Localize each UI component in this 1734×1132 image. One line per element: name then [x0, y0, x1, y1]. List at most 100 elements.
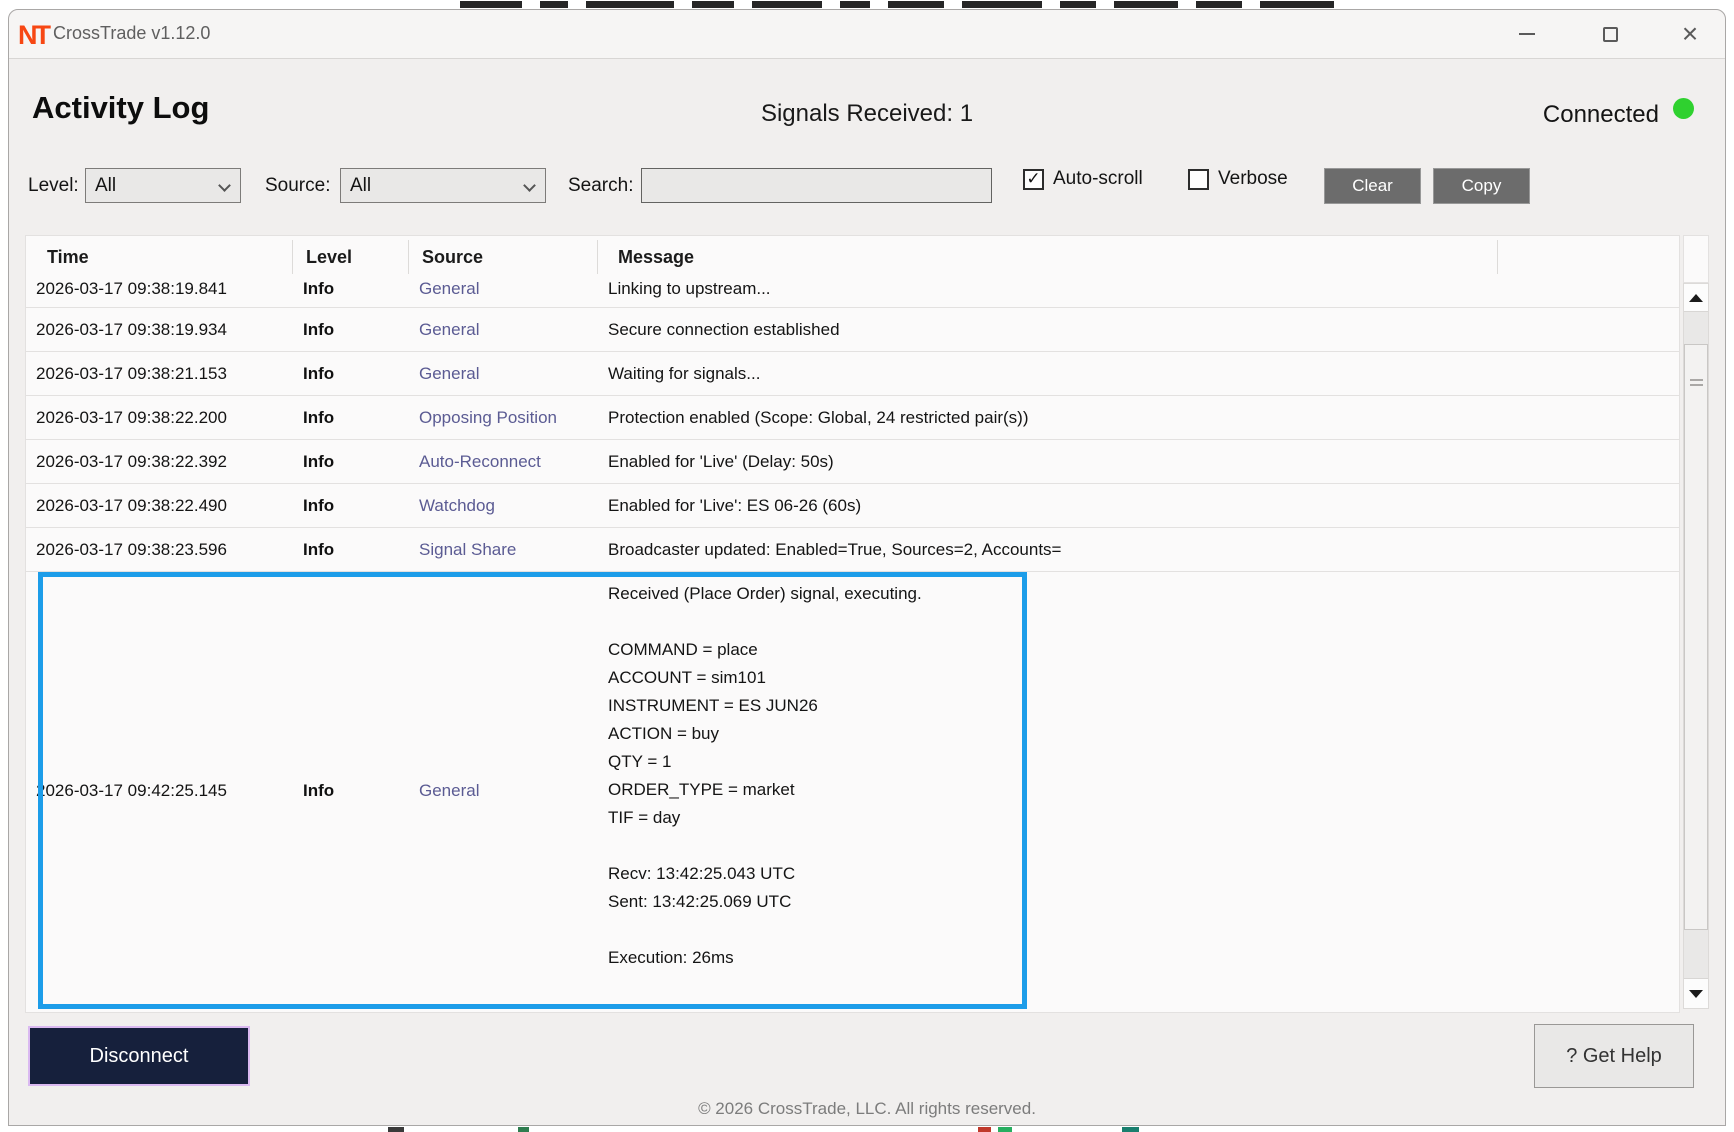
thumb-grip-icon — [1690, 379, 1703, 381]
table-row[interactable]: 2026-03-17 09:38:22.392 Info Auto-Reconn… — [26, 440, 1679, 484]
verbose-label: Verbose — [1218, 168, 1288, 190]
maximize-button[interactable] — [1582, 10, 1638, 58]
get-help-button[interactable]: ? Get Help — [1534, 1024, 1694, 1088]
autoscroll-label: Auto-scroll — [1053, 168, 1143, 190]
artifact-mark — [1260, 1, 1334, 8]
artifact-mark — [586, 1, 674, 8]
log-source: Opposing Position — [419, 408, 608, 428]
arrow-down-icon — [1689, 990, 1703, 998]
log-time: 2026-03-17 09:42:25.145 — [26, 781, 303, 801]
level-filter-value: All — [95, 175, 116, 197]
title-bar: NT CrossTrade v1.12.0 × — [9, 10, 1725, 59]
log-source: Signal Share — [419, 540, 608, 560]
signals-received-counter: Signals Received: 1 — [9, 100, 1725, 128]
artifact-mark — [978, 1127, 991, 1132]
crosstrade-window: NT CrossTrade v1.12.0 × Activity Log Sig… — [8, 9, 1726, 1126]
chevron-down-icon — [218, 179, 231, 192]
artifact-mark — [752, 1, 822, 8]
log-level: Info — [303, 496, 419, 516]
artifact-mark — [962, 1, 1042, 8]
log-level: Info — [303, 540, 419, 560]
log-message: Waiting for signals... — [608, 364, 1679, 384]
close-icon: × — [1682, 20, 1698, 48]
source-filter-label: Source: — [265, 175, 330, 197]
scrollbar-thumb[interactable] — [1684, 344, 1708, 930]
crosstrade-logo-icon: NT — [18, 20, 48, 51]
log-time: 2026-03-17 09:38:23.596 — [26, 540, 303, 560]
column-header-level[interactable]: Level — [306, 247, 352, 268]
table-header: Time Level Source Message 2026-03-17 09:… — [26, 236, 1679, 308]
artifact-mark — [460, 1, 522, 8]
column-header-source[interactable]: Source — [422, 247, 483, 268]
artifact-mark — [840, 1, 870, 8]
artifact-mark — [1122, 1127, 1139, 1132]
log-source: General — [419, 364, 608, 384]
table-row[interactable]: 2026-03-17 09:38:22.490 Info Watchdog En… — [26, 484, 1679, 528]
log-level: Info — [303, 364, 419, 384]
log-time: 2026-03-17 09:38:21.153 — [26, 364, 303, 384]
log-level: Info — [303, 781, 419, 801]
artifact-mark — [1114, 1, 1178, 8]
scroll-up-button[interactable] — [1684, 284, 1708, 312]
column-header-message[interactable]: Message — [618, 247, 694, 268]
scroll-down-button[interactable] — [1684, 978, 1708, 1008]
log-source: General — [419, 279, 608, 299]
log-level: Info — [303, 279, 419, 299]
connection-status-dot-icon — [1673, 98, 1694, 119]
log-source: Watchdog — [419, 496, 608, 516]
column-divider — [597, 240, 598, 274]
chevron-down-icon — [523, 179, 536, 192]
scrollbar-header-cap — [1683, 235, 1709, 283]
table-row[interactable]: 2026-03-17 09:38:23.596 Info Signal Shar… — [26, 528, 1679, 572]
log-time: 2026-03-17 09:38:22.200 — [26, 408, 303, 428]
column-header-time[interactable]: Time — [47, 247, 89, 268]
selected-table-row[interactable]: 2026-03-17 09:42:25.145 Info General Rec… — [26, 572, 1679, 1009]
screen: NT CrossTrade v1.12.0 × Activity Log Sig… — [0, 0, 1734, 1132]
thumb-grip-icon — [1690, 384, 1703, 386]
log-message: Linking to upstream... — [608, 279, 1679, 299]
search-label: Search: — [568, 175, 633, 197]
search-input[interactable] — [641, 168, 992, 203]
minimize-icon — [1519, 33, 1535, 35]
verbose-checkbox[interactable]: Verbose — [1188, 168, 1288, 190]
table-row[interactable]: 2026-03-17 09:38:22.200 Info Opposing Po… — [26, 396, 1679, 440]
log-source: Auto-Reconnect — [419, 452, 608, 472]
maximize-icon — [1603, 27, 1618, 42]
disconnect-button[interactable]: Disconnect — [28, 1026, 250, 1086]
autoscroll-checkbox[interactable]: ✓ Auto-scroll — [1023, 168, 1143, 190]
copy-button[interactable]: Copy — [1433, 168, 1530, 204]
log-time: 2026-03-17 09:38:19.934 — [26, 320, 303, 340]
log-time: 2026-03-17 09:38:22.490 — [26, 496, 303, 516]
level-filter-select[interactable]: All — [85, 168, 241, 203]
artifact-mark — [1060, 1, 1096, 8]
table-row[interactable]: 2026-03-17 09:38:19.934 Info General Sec… — [26, 308, 1679, 352]
activity-log-table: Time Level Source Message 2026-03-17 09:… — [25, 235, 1709, 1013]
artifact-mark — [388, 1127, 404, 1132]
verbose-checkbox-box — [1188, 169, 1209, 190]
log-level: Info — [303, 452, 419, 472]
autoscroll-checkbox-box: ✓ — [1023, 169, 1044, 190]
table-row[interactable]: 2026-03-17 09:38:19.841 Info General Lin… — [26, 275, 1679, 303]
log-message: Secure connection established — [608, 320, 1679, 340]
column-divider — [292, 240, 293, 274]
close-button[interactable]: × — [1662, 10, 1718, 58]
copyright-text: © 2026 CrossTrade, LLC. All rights reser… — [9, 1099, 1725, 1119]
log-source: General — [419, 781, 608, 801]
minimize-button[interactable] — [1499, 10, 1555, 58]
log-message-detail: Received (Place Order) signal, executing… — [608, 572, 1679, 972]
log-time: 2026-03-17 09:38:19.841 — [26, 279, 303, 299]
log-message: Broadcaster updated: Enabled=True, Sourc… — [608, 540, 1679, 560]
vertical-scrollbar[interactable] — [1683, 283, 1709, 1009]
window-title: CrossTrade v1.12.0 — [53, 23, 210, 44]
activity-log-grid: Time Level Source Message 2026-03-17 09:… — [25, 235, 1680, 1013]
artifact-mark — [518, 1127, 529, 1132]
log-level: Info — [303, 408, 419, 428]
clear-button[interactable]: Clear — [1324, 168, 1421, 204]
table-row[interactable]: 2026-03-17 09:38:21.153 Info General Wai… — [26, 352, 1679, 396]
source-filter-value: All — [350, 175, 371, 197]
artifact-mark — [998, 1127, 1012, 1132]
log-source: General — [419, 320, 608, 340]
log-level: Info — [303, 320, 419, 340]
occluded-window-artifact-top — [460, 0, 1334, 8]
source-filter-select[interactable]: All — [340, 168, 546, 203]
